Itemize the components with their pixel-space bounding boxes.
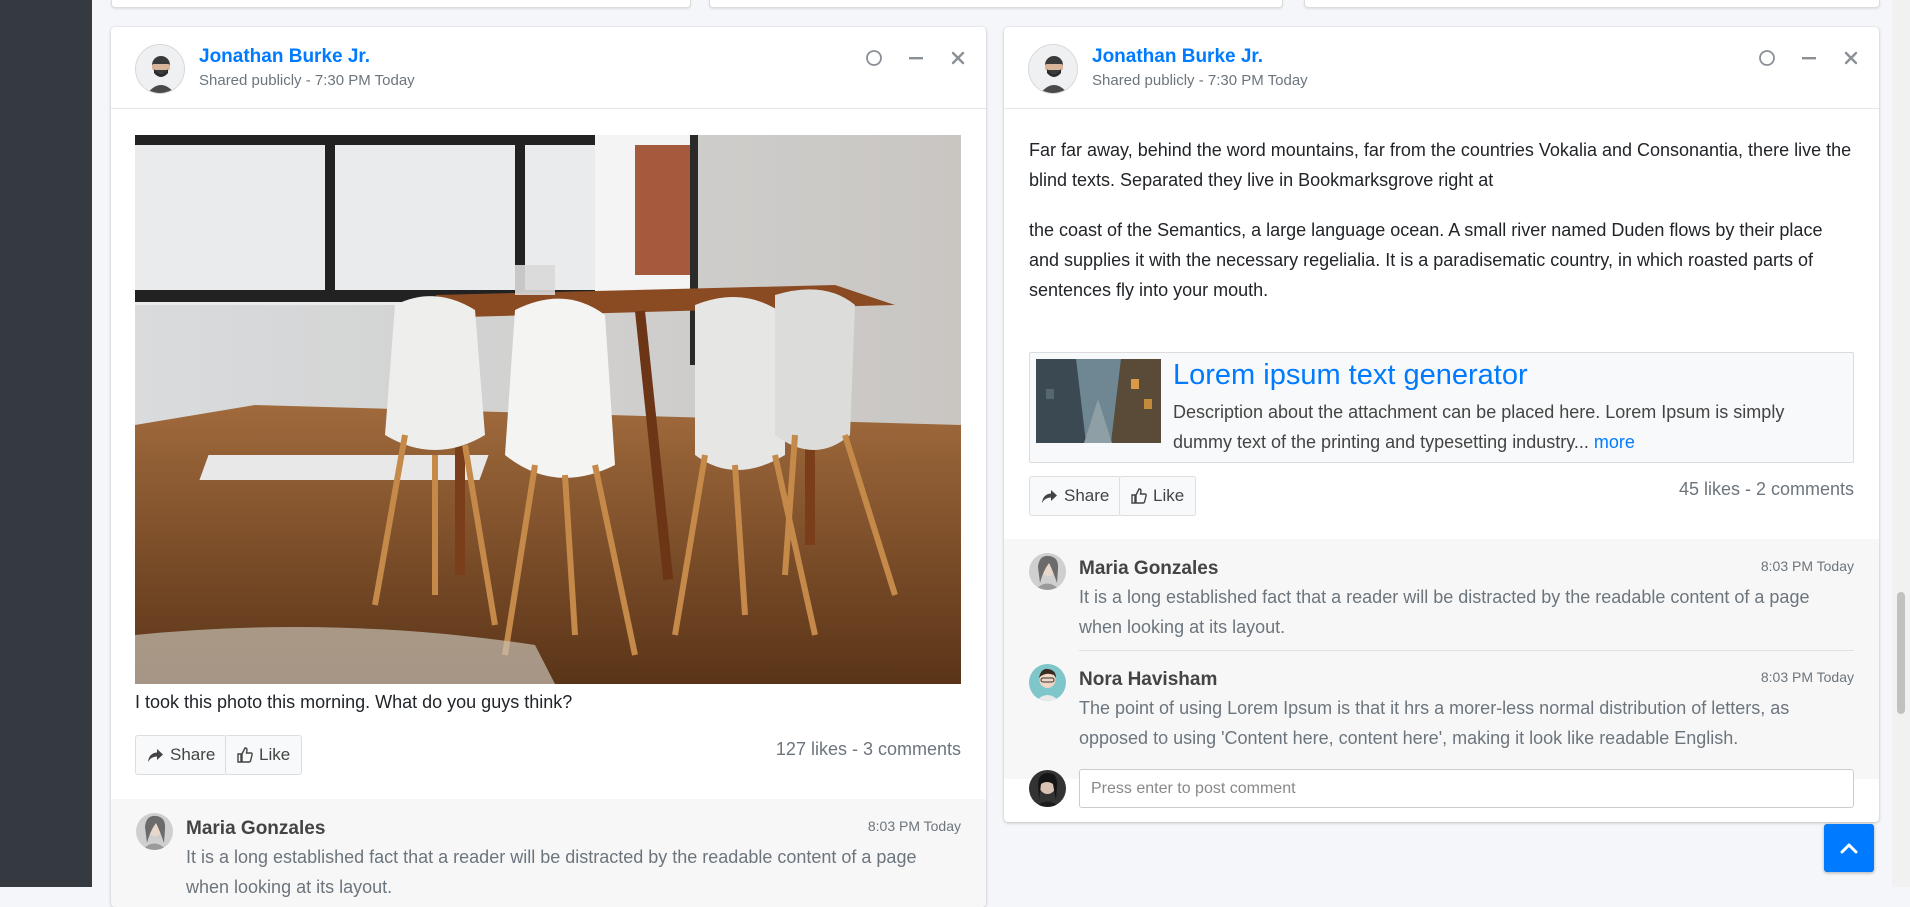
like-label: Like: [259, 745, 291, 764]
comment-separator: [1079, 650, 1854, 651]
commenter-avatar: [1029, 553, 1066, 590]
comment-input[interactable]: [1079, 769, 1854, 808]
back-to-top-button[interactable]: [1824, 824, 1874, 872]
minimize-button[interactable]: [904, 46, 928, 70]
share-button[interactable]: Share: [1029, 476, 1122, 516]
post-paragraph-1: Far far away, behind the word mountains,…: [1029, 140, 1852, 190]
commenter-name[interactable]: Maria Gonzales: [186, 818, 325, 840]
previous-card-2: [709, 0, 1283, 8]
like-button[interactable]: Like: [1119, 476, 1197, 516]
minimize-button[interactable]: [1797, 46, 1821, 70]
current-user-avatar: [1029, 770, 1066, 807]
user-name[interactable]: Jonathan Burke Jr.: [1092, 46, 1263, 68]
comment-time: 8:03 PM Today: [1760, 558, 1854, 574]
user-description: Shared publicly - 7:30 PM Today: [1092, 72, 1308, 89]
attachment-more-link[interactable]: more: [1594, 432, 1635, 452]
card-header: Jonathan Burke Jr. Shared publicly - 7:3…: [1004, 27, 1879, 109]
user-name[interactable]: Jonathan Burke Jr.: [199, 46, 370, 68]
chevron-up-icon: [1840, 843, 1858, 854]
comment-time: 8:03 PM Today: [1760, 669, 1854, 685]
post-photo: [135, 135, 961, 684]
share-icon: [148, 748, 163, 762]
circle-icon: [1759, 50, 1775, 66]
main-content: Jonathan Burke Jr. Shared publicly - 7:3…: [92, 0, 1892, 907]
card-header: Jonathan Burke Jr. Shared publicly - 7:3…: [111, 27, 986, 109]
attachment-description: Description about the attachment can be …: [1173, 397, 1841, 457]
user-avatar: [135, 44, 185, 94]
comment-text: It is a long established fact that a rea…: [1079, 587, 1810, 637]
minus-icon: [909, 57, 923, 60]
comment-text: It is a long established fact that a rea…: [186, 847, 917, 897]
commenter-avatar: [1029, 664, 1066, 701]
collapse-button[interactable]: [862, 46, 886, 70]
previous-card-1: [111, 0, 691, 8]
post-caption: I took this photo this morning. What do …: [135, 692, 573, 712]
close-button[interactable]: [1839, 46, 1863, 70]
close-button[interactable]: [946, 46, 970, 70]
commenter-avatar: [136, 813, 173, 850]
collapse-button[interactable]: [1755, 46, 1779, 70]
times-icon: [1844, 51, 1858, 65]
attachment-block[interactable]: Lorem ipsum text generator Description a…: [1029, 352, 1854, 463]
card-tools: [862, 46, 970, 70]
user-avatar: [1028, 44, 1078, 94]
comments-section: Maria Gonzales 8:03 PM Today It is a lon…: [111, 799, 986, 907]
commenter-name[interactable]: Nora Havisham: [1079, 669, 1217, 691]
scrollbar-thumb[interactable]: [1897, 592, 1905, 714]
post-stats: 45 likes - 2 comments: [1678, 479, 1854, 499]
thumbs-up-icon: [1131, 488, 1147, 504]
comments-section: Maria Gonzales 8:03 PM Today It is a lon…: [1004, 539, 1879, 779]
attachment-title[interactable]: Lorem ipsum text generator: [1173, 359, 1528, 392]
circle-icon: [866, 50, 882, 66]
commenter-name[interactable]: Maria Gonzales: [1079, 558, 1218, 580]
scrollbar-track[interactable]: [1892, 0, 1910, 887]
post-card-text: Jonathan Burke Jr. Shared publicly - 7:3…: [1004, 27, 1879, 822]
user-description: Shared publicly - 7:30 PM Today: [199, 72, 415, 89]
comment-time: 8:03 PM Today: [867, 818, 961, 834]
like-label: Like: [1153, 486, 1185, 505]
share-icon: [1042, 489, 1057, 503]
post-paragraph-2: the coast of the Semantics, a large lang…: [1029, 220, 1823, 300]
comment-form: [1029, 769, 1879, 809]
share-label: Share: [170, 745, 216, 764]
comment-item: Nora Havisham 8:03 PM Today The point of…: [1029, 664, 1854, 759]
card-tools: [1755, 46, 1863, 70]
share-button[interactable]: Share: [135, 735, 228, 775]
like-button[interactable]: Like: [225, 735, 303, 775]
attachment-image: [1036, 359, 1161, 443]
comment-text: The point of using Lorem Ipsum is that i…: [1079, 698, 1790, 748]
times-icon: [951, 51, 965, 65]
previous-card-3: [1304, 0, 1880, 8]
share-label: Share: [1064, 486, 1110, 505]
comment-item: Maria Gonzales 8:03 PM Today It is a lon…: [1029, 553, 1854, 651]
minus-icon: [1802, 57, 1816, 60]
thumbs-up-icon: [237, 747, 253, 763]
post-stats: 127 likes - 3 comments: [775, 739, 961, 759]
attachment-description-text: Description about the attachment can be …: [1173, 402, 1785, 452]
post-card-photo: Jonathan Burke Jr. Shared publicly - 7:3…: [111, 27, 986, 907]
comment-item: Maria Gonzales 8:03 PM Today It is a lon…: [136, 813, 961, 897]
sidebar: [0, 0, 92, 887]
